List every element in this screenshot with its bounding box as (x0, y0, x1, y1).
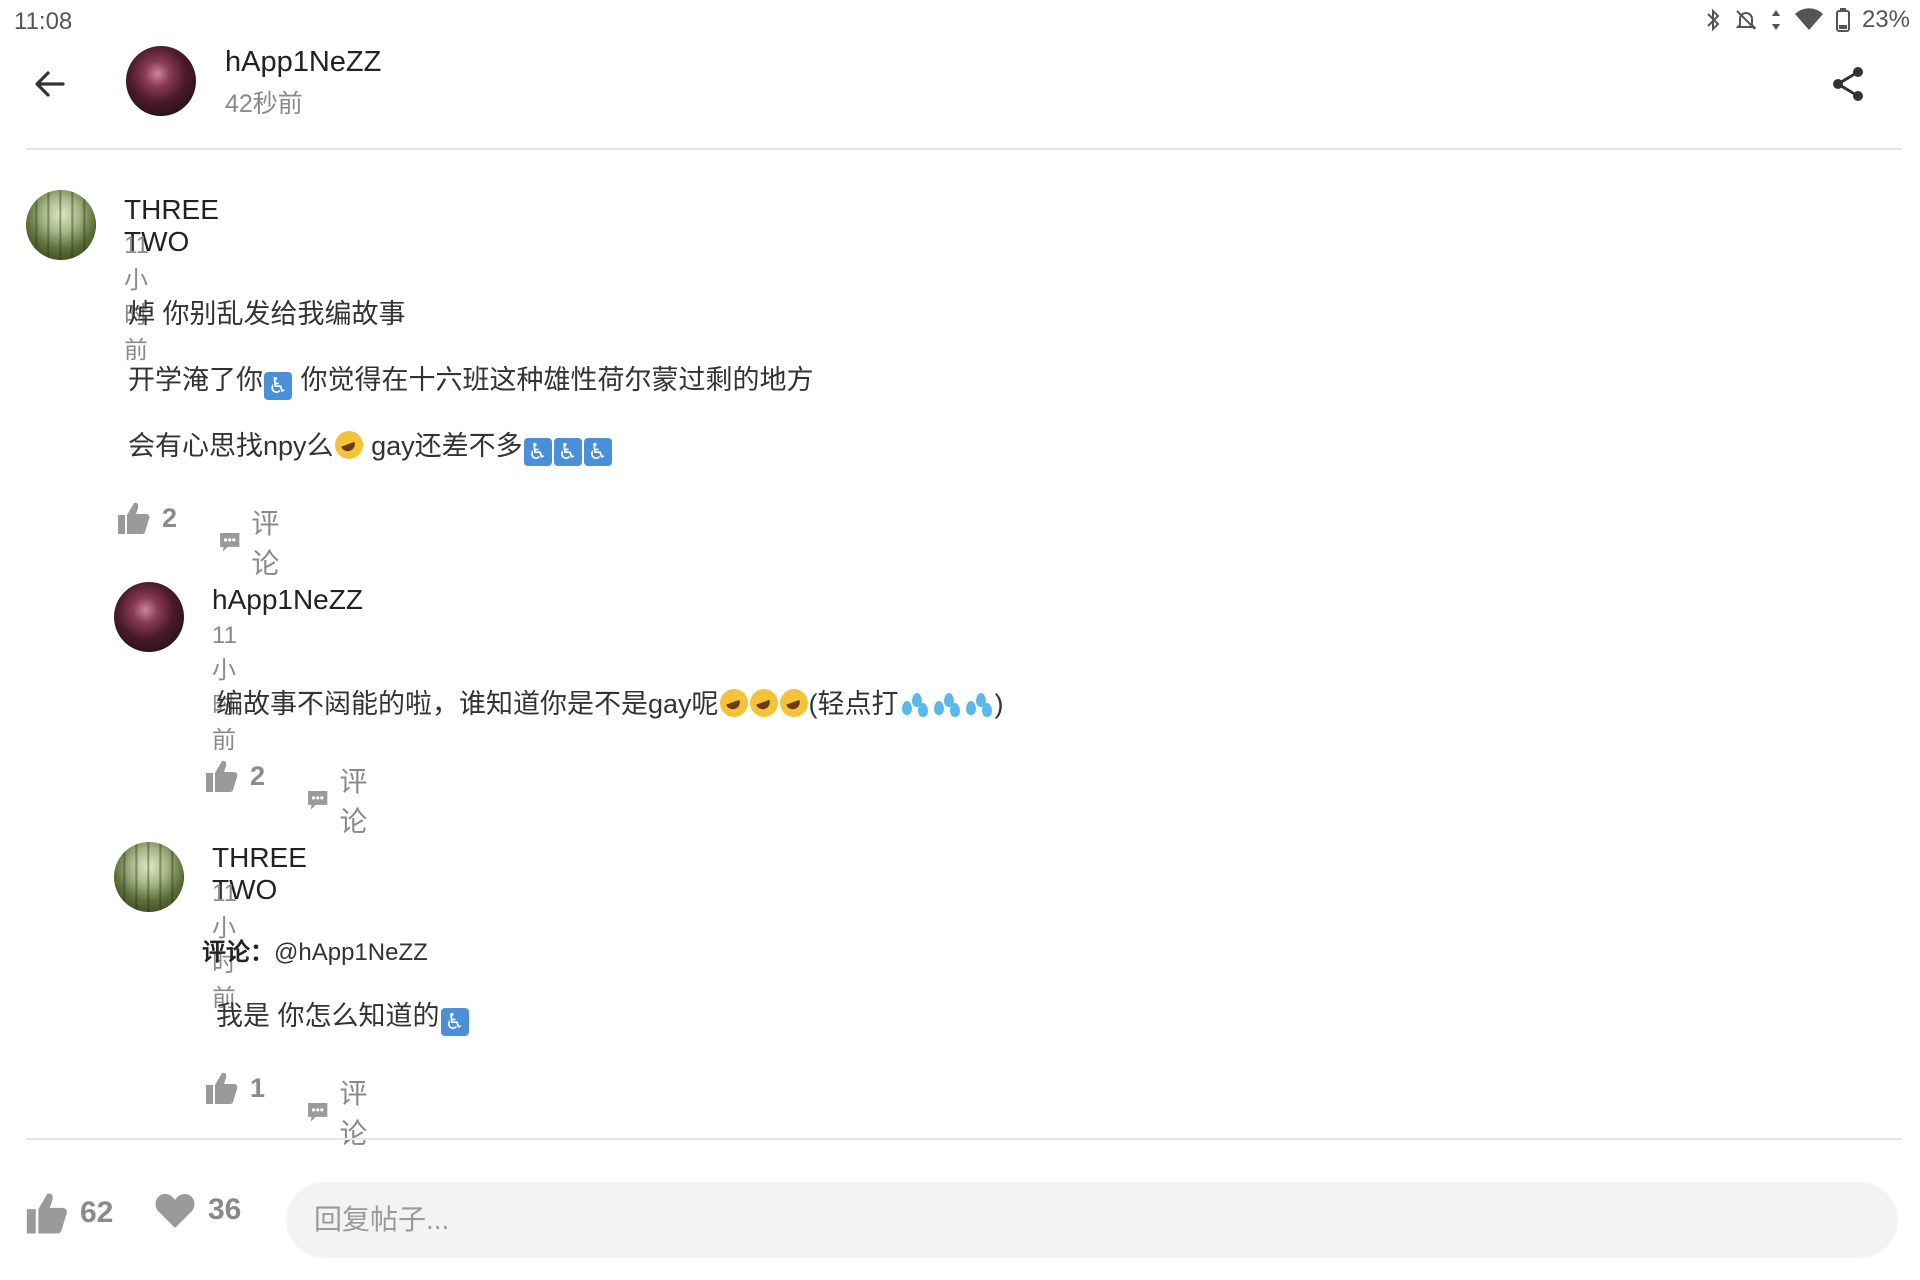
rofl-emoji-icon (779, 689, 808, 717)
reply-reference: 评论：@hApp1NeZZ (202, 939, 428, 966)
comment-bubble-icon (220, 533, 240, 552)
reply-input[interactable] (286, 1182, 1898, 1258)
accessibility-emoji-icon: ♿ (523, 438, 552, 466)
rofl-emoji-icon (749, 689, 778, 717)
post-favorite-button[interactable]: 36 (154, 1190, 241, 1230)
bottom-divider (26, 1138, 1902, 1140)
status-time: 11:08 (14, 8, 73, 35)
mute-notification-icon (1735, 10, 1757, 30)
share-button[interactable] (1820, 56, 1876, 112)
post-header: hApp1NeZZ 42秒前 (0, 44, 1920, 150)
rofl-emoji-icon (334, 431, 363, 459)
author-avatar[interactable] (126, 46, 196, 116)
comment-label: 评论 (339, 1078, 368, 1149)
comment-text-line: 开学淹了你 ♿ 你觉得在十六班这种雄性荷尔蒙过剩的地方 (128, 365, 814, 400)
like-count: 2 (162, 502, 178, 533)
like-button[interactable]: 2 (204, 758, 265, 794)
author-name[interactable]: hApp1NeZZ (225, 46, 381, 79)
commenter-name[interactable]: hApp1NeZZ (212, 584, 363, 616)
accessibility-emoji-icon: ♿ (264, 372, 292, 400)
comment-text-line: 会有心思找npy么 gay还差不多 ♿ ♿ ♿ (128, 424, 613, 466)
status-bar: 11:08 23% (0, 0, 1920, 44)
avatar[interactable] (114, 842, 184, 912)
comment-label: 评论 (251, 508, 280, 579)
thumbs-up-icon (26, 1193, 67, 1234)
like-count: 1 (250, 1072, 266, 1103)
comment-button[interactable]: 评论 (306, 1072, 378, 1152)
like-button[interactable]: 2 (116, 500, 177, 536)
rofl-emoji-icon (719, 689, 748, 717)
bottom-bar: 62 36 (0, 1170, 1920, 1280)
thumbs-up-icon (206, 1072, 238, 1104)
like-count: 2 (250, 760, 266, 791)
sweat-drops-emoji-icon (932, 689, 962, 717)
bluetooth-icon (1707, 8, 1720, 32)
wifi-icon (1794, 8, 1823, 30)
like-button[interactable]: 1 (204, 1070, 265, 1106)
accessibility-emoji-icon: ♿ (583, 438, 612, 466)
sweat-drops-emoji-icon (964, 689, 994, 717)
comment-text-line: 编故事不闼能的啦，谁知道你是不是gay呢 (轻点打) (216, 689, 1004, 719)
avatar[interactable] (26, 190, 96, 260)
battery-level: 23% (1861, 6, 1910, 33)
status-icons: 23% (1704, 6, 1910, 34)
back-button[interactable] (24, 58, 76, 110)
comment-text-line: 焯 你别乱发给我编故事 (128, 299, 406, 329)
post-time: 42秒前 (225, 90, 303, 118)
post-like-button[interactable]: 62 (24, 1190, 113, 1236)
accessibility-emoji-icon: ♿ (553, 438, 582, 466)
comment-bubble-icon (308, 1103, 328, 1122)
accessibility-emoji-icon: ♿ (440, 1008, 469, 1036)
comment-button[interactable]: 评论 (306, 760, 378, 840)
header-divider (26, 148, 1902, 150)
sweat-drops-emoji-icon (900, 689, 930, 717)
post-favorite-count: 36 (208, 1193, 242, 1226)
avatar[interactable] (114, 582, 184, 652)
back-arrow-icon (35, 71, 65, 97)
comment-label: 评论 (339, 766, 368, 837)
comment-text-line: 我是 你怎么知道的 ♿ (216, 994, 470, 1036)
thumbs-up-icon (118, 502, 150, 534)
data-arrows-icon (1771, 10, 1780, 30)
thumbs-up-icon (206, 760, 238, 792)
comment-button[interactable]: 评论 (218, 502, 290, 582)
mention-link[interactable]: @hApp1NeZZ (274, 939, 428, 966)
battery-icon (1835, 8, 1850, 32)
heart-icon (155, 1194, 195, 1228)
comment-bubble-icon (308, 791, 328, 810)
post-like-count: 62 (80, 1196, 114, 1229)
share-icon (1833, 67, 1863, 101)
